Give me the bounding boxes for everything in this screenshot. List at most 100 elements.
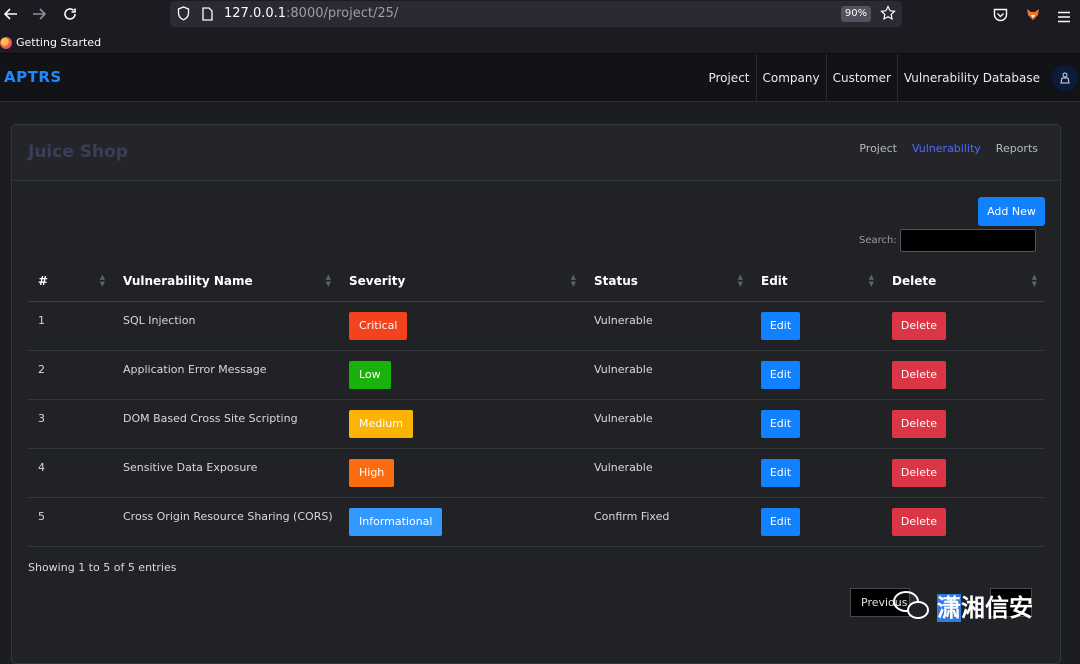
status-text: Confirm Fixed: [584, 497, 751, 547]
user-icon: [1060, 72, 1070, 84]
url-text[interactable]: 127.0.0.1:8000/project/25/: [224, 6, 398, 21]
delete-button[interactable]: Delete: [892, 507, 946, 536]
status-text: Vulnerable: [584, 399, 751, 449]
vulnerability-table: # ▲ ▼ Vulnerability Name ▲ ▼ Severity ▲ ▼ Stat…: [28, 262, 1045, 547]
nav-links: Project Company Customer Vulnerability D…: [702, 54, 1046, 102]
row-number: 4: [28, 448, 113, 498]
table-row: 5 Cross Origin Resource Sharing (CORS) Inf…: [28, 497, 1045, 547]
tab-vulnerability[interactable]: Vulnerability: [912, 142, 981, 155]
column-label: Status: [594, 274, 638, 289]
nav-link-company[interactable]: Company: [755, 54, 826, 102]
delete-cell: Delete: [882, 301, 1045, 351]
hamburger-menu-icon[interactable]: [1057, 8, 1071, 27]
sort-icon: ▲ ▼: [1031, 273, 1037, 288]
vulnerability-name: Sensitive Data Exposure: [113, 448, 339, 498]
edit-cell: Edit: [751, 301, 882, 351]
add-new-button[interactable]: Add New: [978, 197, 1045, 226]
column-header-status[interactable]: Status ▲ ▼: [584, 262, 751, 302]
delete-cell: Delete: [882, 399, 1045, 449]
edit-cell: Edit: [751, 448, 882, 498]
project-title: Juice Shop: [28, 142, 128, 162]
wechat-icon: [891, 589, 931, 623]
pocket-icon[interactable]: [993, 7, 1008, 26]
entries-info: Showing 1 to 5 of 5 entries: [28, 561, 177, 574]
nav-link-project[interactable]: Project: [702, 54, 755, 102]
edit-button[interactable]: Edit: [761, 458, 800, 487]
app-navbar: APTRS Project Company Customer Vulnerabi…: [0, 54, 1080, 102]
status-text: Vulnerable: [584, 350, 751, 400]
vulnerability-name: Application Error Message: [113, 350, 339, 400]
column-label: Severity: [349, 274, 406, 289]
delete-button[interactable]: Delete: [892, 311, 946, 340]
card-header: Juice Shop Project Vulnerability Reports: [12, 125, 1060, 181]
bookmark-getting-started[interactable]: Getting Started: [0, 36, 101, 49]
bookmark-label: Getting Started: [16, 36, 102, 49]
edit-button[interactable]: Edit: [761, 311, 800, 340]
page-icon: [202, 6, 213, 25]
column-header-number[interactable]: # ▲ ▼: [28, 262, 113, 302]
severity-badge: High: [349, 458, 395, 487]
edit-cell: Edit: [751, 497, 882, 547]
watermark-highlight: 潇: [937, 594, 961, 622]
severity-badge: Low: [349, 360, 391, 389]
shield-icon[interactable]: [177, 6, 190, 25]
sort-icon: ▲ ▼: [325, 273, 331, 288]
severity-cell: Critical: [339, 301, 584, 351]
profile-avatar[interactable]: [1052, 65, 1078, 91]
column-header-edit[interactable]: Edit ▲ ▼: [751, 262, 882, 302]
severity-cell: Medium: [339, 399, 584, 449]
url-host: 127.0.0.1: [224, 6, 287, 21]
delete-cell: Delete: [882, 448, 1045, 498]
edit-button[interactable]: Edit: [761, 360, 800, 389]
delete-button[interactable]: Delete: [892, 360, 946, 389]
status-text: Vulnerable: [584, 448, 751, 498]
star-bookmark-icon[interactable]: [880, 5, 896, 25]
url-path: :8000/project/25/: [286, 6, 399, 21]
zoom-level-badge[interactable]: 90%: [841, 6, 871, 22]
table-row: 1 SQL Injection Critical Vulnerable Edit Dele…: [28, 301, 1045, 351]
column-header-severity[interactable]: Severity ▲ ▼: [339, 262, 584, 302]
edit-cell: Edit: [751, 399, 882, 449]
vulnerability-name: SQL Injection: [113, 301, 339, 351]
severity-cell: High: [339, 448, 584, 498]
reload-icon[interactable]: [59, 3, 81, 25]
sort-icon: ▲ ▼: [99, 273, 105, 288]
row-number: 1: [28, 301, 113, 351]
column-header-delete[interactable]: Delete ▲ ▼: [882, 262, 1045, 302]
table-body: 1 SQL Injection Critical Vulnerable Edit Dele…: [28, 301, 1045, 547]
watermark-text: 潇湘信安: [937, 588, 1033, 623]
tab-project[interactable]: Project: [859, 142, 897, 155]
tab-reports[interactable]: Reports: [996, 142, 1038, 155]
brand-logo[interactable]: APTRS: [4, 68, 62, 86]
table-row: 2 Application Error Message Low Vulnerable E…: [28, 350, 1045, 400]
severity-badge: Informational: [349, 507, 443, 536]
nav-link-vulnerability-database[interactable]: Vulnerability Database: [896, 54, 1046, 102]
table-row: 3 DOM Based Cross Site Scripting Medium Vul…: [28, 399, 1045, 449]
extension-fox-icon[interactable]: [1025, 6, 1041, 26]
column-label: Edit: [761, 274, 788, 289]
edit-button[interactable]: Edit: [761, 409, 800, 438]
column-label: Vulnerability Name: [123, 274, 253, 289]
project-card: Juice Shop Project Vulnerability Reports…: [11, 124, 1061, 664]
sort-icon: ▲ ▼: [737, 273, 743, 288]
delete-button[interactable]: Delete: [892, 409, 946, 438]
vulnerability-name: DOM Based Cross Site Scripting: [113, 399, 339, 449]
bookmarks-toolbar: Getting Started: [0, 30, 1080, 54]
delete-button[interactable]: Delete: [892, 458, 946, 487]
status-text: Vulnerable: [584, 301, 751, 351]
sort-icon: ▲ ▼: [868, 273, 874, 288]
nav-link-customer[interactable]: Customer: [825, 54, 897, 102]
column-label: #: [38, 274, 49, 289]
table-row: 4 Sensitive Data Exposure High Vulnerable Ed…: [28, 448, 1045, 498]
project-tabs: Project Vulnerability Reports: [859, 142, 1038, 155]
watermark: 潇湘信安: [891, 588, 1033, 623]
forward-arrow-icon[interactable]: [28, 3, 50, 25]
severity-badge: Medium: [349, 409, 413, 438]
search-input[interactable]: [900, 229, 1036, 252]
address-bar[interactable]: 127.0.0.1:8000/project/25/ 90%: [170, 1, 902, 27]
table-header-row: # ▲ ▼ Vulnerability Name ▲ ▼ Severity ▲ ▼ Stat…: [28, 262, 1045, 302]
edit-button[interactable]: Edit: [761, 507, 800, 536]
back-arrow-icon[interactable]: [0, 3, 22, 25]
row-number: 3: [28, 399, 113, 449]
column-header-name[interactable]: Vulnerability Name ▲ ▼: [113, 262, 339, 302]
